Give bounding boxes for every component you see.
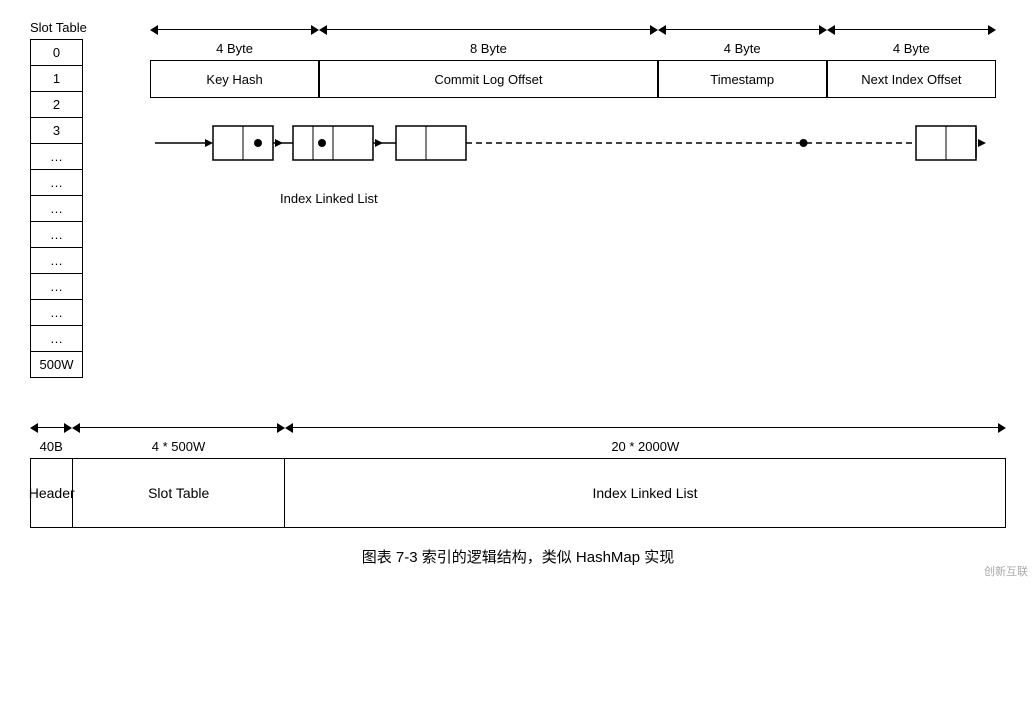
slot-table: 0123……………………500W <box>30 39 83 378</box>
slot-table-cell: 1 <box>31 66 83 92</box>
slot-table-cell: … <box>31 274 83 300</box>
byte-arrow-block-3: 4 Byte <box>827 21 996 56</box>
bottom-arrow-label-2: 20 * 2000W <box>611 439 679 454</box>
watermark-text: 创新互联 <box>984 566 1028 578</box>
field-boxes-row: Key HashCommit Log OffsetTimestampNext I… <box>150 60 996 98</box>
byte-label-1: 8 Byte <box>470 41 507 56</box>
byte-arrows-row: 4 Byte 8 Byte 4 Byte 4 Byte <box>150 20 996 56</box>
slot-table-cell: … <box>31 248 83 274</box>
bottom-cell-1: Slot Table <box>73 459 285 527</box>
bottom-arrow-block-2: 20 * 2000W <box>285 419 1006 454</box>
bottom-arrow-label-0: 40B <box>40 439 63 454</box>
caption: 图表 7-3 索引的逻辑结构，类似 HashMap 实现 <box>30 546 1006 567</box>
byte-arrow-block-2: 4 Byte <box>658 21 827 56</box>
slot-table-cell: … <box>31 326 83 352</box>
linked-list-svg <box>150 118 996 208</box>
slot-table-cell: … <box>31 170 83 196</box>
slot-table-cell: … <box>31 300 83 326</box>
field-box-2: Timestamp <box>658 60 827 98</box>
field-box-0: Key Hash <box>150 60 319 98</box>
bottom-cell-0: Header <box>31 459 73 527</box>
linked-list-label: Index Linked List <box>280 191 378 206</box>
slot-table-cell: … <box>31 144 83 170</box>
byte-label-0: 4 Byte <box>216 41 253 56</box>
bottom-cell-2: Index Linked List <box>285 459 1005 527</box>
slot-table-cell: 2 <box>31 92 83 118</box>
slot-table-cell: 3 <box>31 118 83 144</box>
byte-label-2: 4 Byte <box>724 41 761 56</box>
bottom-arrow-block-1: 4 * 500W <box>72 419 284 454</box>
main-container: Slot Table 0123……………………500W 4 Byte8 Byte… <box>0 0 1036 587</box>
bottom-table: HeaderSlot TableIndex Linked List <box>30 458 1006 528</box>
field-box-3: Next Index Offset <box>827 60 996 98</box>
byte-label-3: 4 Byte <box>893 41 930 56</box>
linked-list-area: Index Linked List <box>150 118 996 208</box>
byte-arrow-block-0: 4 Byte <box>150 21 319 56</box>
watermark: 创新互联 <box>984 563 1028 579</box>
slot-table-cell: 0 <box>31 40 83 66</box>
slot-table-cell: 500W <box>31 352 83 378</box>
bottom-section: 40B 4 * 500W 20 * 2000W HeaderSlot TableIn… <box>30 418 1006 528</box>
bottom-arrow-block-0: 40B <box>30 419 72 454</box>
top-section: Slot Table 0123……………………500W 4 Byte8 Byte… <box>30 20 1006 378</box>
byte-arrow-block-1: 8 Byte <box>319 21 657 56</box>
bottom-arrows-row: 40B 4 * 500W 20 * 2000W <box>30 418 1006 454</box>
bottom-arrow-label-1: 4 * 500W <box>152 439 205 454</box>
field-box-1: Commit Log Offset <box>319 60 657 98</box>
slot-table-cell: … <box>31 196 83 222</box>
slot-table-cell: … <box>31 222 83 248</box>
diagram-area: 4 Byte 8 Byte 4 Byte 4 Byte Key HashCommit … <box>150 20 996 208</box>
